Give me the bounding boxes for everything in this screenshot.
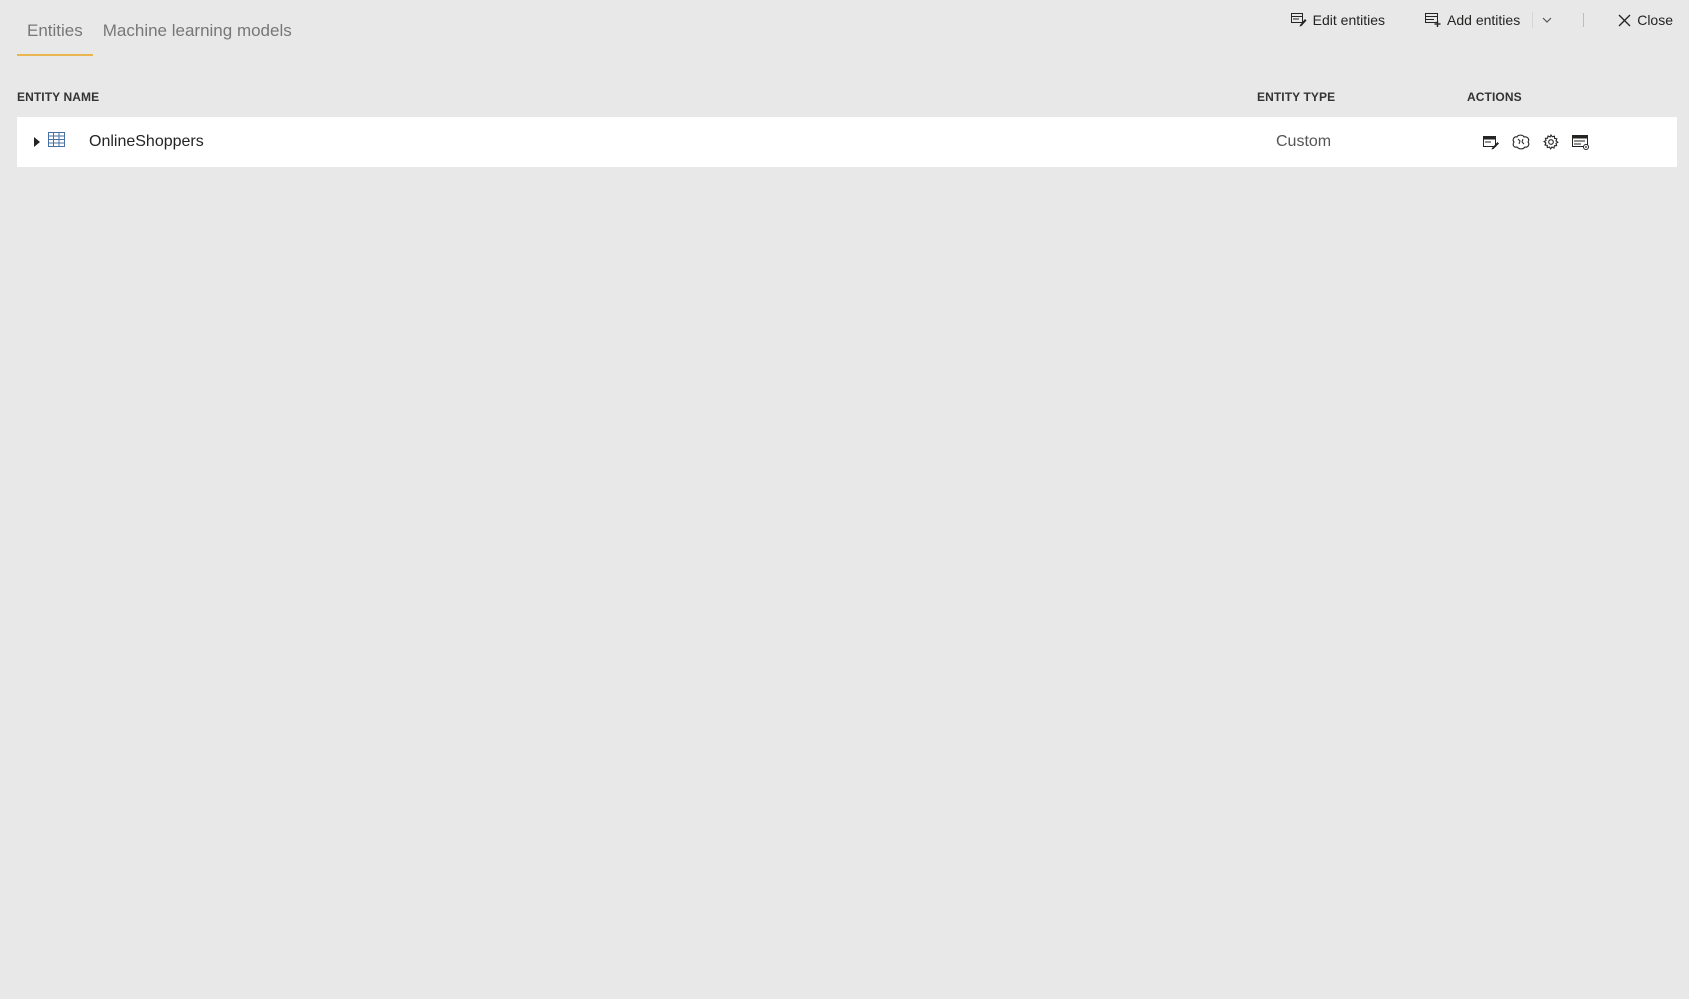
row-actions <box>1480 131 1600 153</box>
add-entities-label: Add entities <box>1447 12 1521 28</box>
divider <box>1532 12 1534 28</box>
tab-machine-learning-models[interactable]: Machine learning models <box>93 0 302 56</box>
add-entities-dropdown[interactable] <box>1537 7 1557 33</box>
column-header-entity-name: ENTITY NAME <box>17 90 100 104</box>
close-button[interactable]: Close <box>1614 7 1677 33</box>
properties-icon <box>1572 134 1589 150</box>
edit-entities-button[interactable]: Edit entities <box>1287 7 1389 33</box>
column-header-entity-type: ENTITY TYPE <box>1257 90 1336 104</box>
table-header: ENTITY NAME ENTITY TYPE ACTIONS <box>17 90 1679 106</box>
divider <box>1583 13 1585 27</box>
table-row[interactable]: OnlineShoppers Custom <box>17 117 1677 167</box>
chevron-down-icon <box>1542 17 1552 23</box>
toolbar: Edit entities Add entities Close <box>1287 7 1677 33</box>
edit-entity-icon <box>1482 135 1499 149</box>
properties-button[interactable] <box>1570 131 1592 153</box>
edit-entities-label: Edit entities <box>1312 12 1386 28</box>
tab-entities[interactable]: Entities <box>17 0 93 56</box>
close-label: Close <box>1637 12 1673 28</box>
edit-entity-button[interactable] <box>1480 131 1502 153</box>
close-icon <box>1618 14 1631 26</box>
entity-name[interactable]: OnlineShoppers <box>89 133 204 151</box>
edit-entities-icon <box>1290 13 1307 27</box>
table-icon <box>48 132 65 152</box>
tab-bar: Entities Machine learning models <box>17 0 302 56</box>
expand-row-button[interactable] <box>31 135 43 149</box>
add-entities-icon <box>1425 13 1441 27</box>
settings-gear-icon <box>1543 134 1559 150</box>
ai-insights-icon <box>1512 134 1530 150</box>
ai-insights-button[interactable] <box>1510 131 1532 153</box>
add-entities-button[interactable]: Add entities <box>1421 7 1524 33</box>
entity-type: Custom <box>1276 133 1332 150</box>
caret-right-icon <box>34 137 40 147</box>
column-header-actions: ACTIONS <box>1467 90 1522 104</box>
settings-button[interactable] <box>1540 131 1562 153</box>
